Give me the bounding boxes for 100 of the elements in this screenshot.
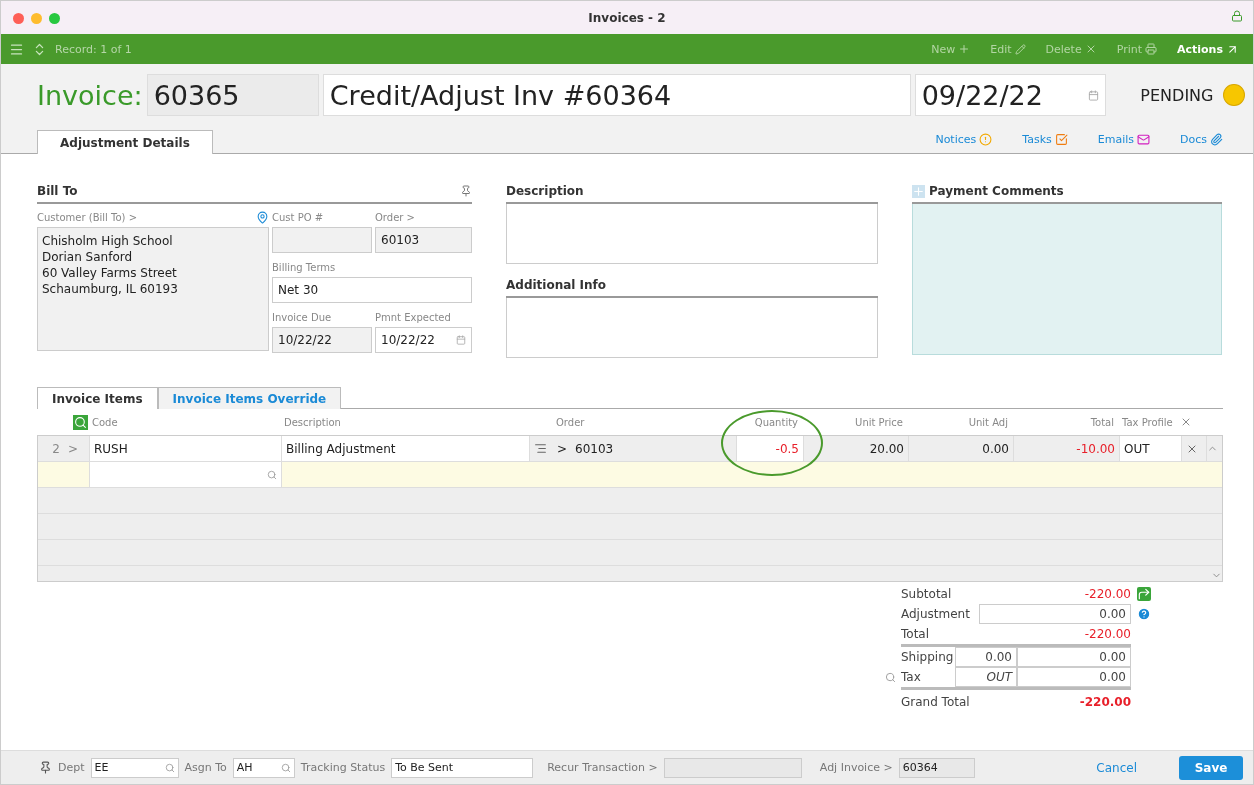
column-header: Description (283, 416, 342, 428)
tax-profile-field[interactable]: OUT (955, 667, 1017, 687)
field-label: Pmnt Expected (375, 311, 451, 323)
adj-invoice-field[interactable]: 60364 (898, 757, 975, 778)
search-icon (164, 762, 175, 773)
table-cell: 20.00 (803, 436, 908, 461)
field-label[interactable]: Recur Transaction > (547, 761, 658, 774)
zoom-button[interactable] (49, 13, 60, 24)
list-icon[interactable] (534, 442, 547, 455)
refresh-icon[interactable] (1137, 587, 1151, 601)
link-arrow[interactable]: > (557, 441, 568, 456)
tab[interactable]: Invoice Items (37, 387, 158, 409)
code-input-field[interactable] (89, 462, 281, 487)
pin-icon[interactable] (460, 185, 472, 197)
status-label: PENDING (1140, 85, 1214, 105)
field-label: Asgn To (184, 761, 227, 774)
search-icon (280, 762, 291, 773)
toolbar-button[interactable]: Actions (1171, 42, 1245, 56)
description-field[interactable] (506, 204, 878, 264)
search-icon[interactable] (885, 671, 896, 683)
plus-icon[interactable] (912, 184, 925, 198)
invoice-number-field[interactable]: 60365 (146, 74, 319, 116)
total-label: Adjustment (901, 607, 971, 621)
column-header: Unit Adj (967, 416, 1009, 428)
search-icon[interactable] (73, 414, 88, 430)
minimize-button[interactable] (31, 13, 42, 24)
address-line: Chisholm High School (42, 233, 174, 249)
close-icon[interactable] (1180, 416, 1192, 428)
field-label[interactable]: Customer (Bill To) > (37, 211, 137, 223)
field-label: Dept (58, 761, 85, 774)
close-button[interactable] (13, 13, 24, 24)
printer-icon (1145, 43, 1157, 55)
checkbox-icon (1054, 133, 1068, 146)
map-pin-icon[interactable] (256, 210, 269, 224)
cust-po-field[interactable] (272, 227, 372, 253)
invoice-due-field[interactable]: 10/22/22 (272, 327, 372, 353)
tab[interactable]: Adjustment Details (37, 130, 213, 154)
column-header: Order (555, 416, 586, 428)
additional-info-field[interactable] (506, 298, 878, 358)
field-label: Cust PO # (272, 211, 324, 223)
address-line: Dorian Sanford (42, 249, 134, 265)
payment-expected-field[interactable]: 10/22/22 (375, 327, 472, 353)
field-label: Billing Terms (272, 261, 336, 273)
field-label[interactable]: Adj Invoice > (819, 761, 893, 774)
total-label: Grand Total (901, 695, 971, 709)
search-icon (267, 469, 277, 480)
invoice-label: Invoice: (37, 79, 143, 111)
total-label: Subtotal (901, 587, 953, 601)
shipping-field[interactable]: 0.00 (1017, 647, 1131, 667)
table-cell: 0.00 (908, 436, 1013, 461)
section-title: Additional Info (506, 278, 607, 292)
recur-transaction-field[interactable] (663, 757, 802, 778)
grand-total-value: -220.00 (1078, 695, 1131, 709)
field-label: Tracking Status (300, 761, 386, 774)
order-field[interactable]: 60103 (375, 227, 472, 253)
address-line: 60 Valley Farms Street (42, 265, 178, 281)
calendar-icon (1088, 89, 1100, 101)
pencil-icon (1014, 43, 1026, 55)
menu-icon[interactable] (9, 41, 24, 57)
total-label: Shipping (901, 650, 955, 664)
order-number: 60103 (575, 441, 614, 456)
record-counter: Record: 1 of 1 (55, 42, 132, 56)
paperclip-icon (1210, 133, 1223, 146)
window-title: Invoices - 2 (588, 10, 666, 25)
line-number: 2 (51, 440, 61, 458)
plus-icon (958, 43, 971, 55)
column-header: Total (1089, 416, 1115, 428)
save-button[interactable]: Save (1179, 755, 1243, 780)
pin-icon[interactable] (39, 761, 52, 774)
field-label: Invoice Due (272, 311, 332, 323)
adjustment-field[interactable]: 0.00 (979, 604, 1131, 624)
section-title: Bill To (37, 184, 78, 198)
help-icon[interactable] (1137, 607, 1151, 621)
alert-icon (979, 133, 993, 146)
lock-icon (1231, 10, 1243, 22)
calendar-icon[interactable] (456, 335, 466, 345)
subtotal-value: -220.00 (1083, 587, 1131, 601)
shipping-rate-field[interactable]: 0.00 (955, 647, 1017, 667)
tracking-status-field[interactable]: To Be Sent (391, 757, 534, 778)
column-header: Code (91, 416, 119, 428)
mail-icon (1137, 133, 1150, 146)
section-title: Payment Comments (929, 184, 1064, 198)
table-cell: Billing Adjustment (281, 436, 529, 461)
dept-field[interactable]: EE (90, 757, 179, 778)
table-cell: OUT (1119, 436, 1181, 461)
tax-field[interactable]: 0.00 (1017, 667, 1131, 687)
invoice-description-field[interactable]: Credit/Adjust Inv #60364 (322, 74, 911, 116)
billing-terms-field[interactable]: Net 30 (272, 277, 472, 303)
table-cell: -0.5 (736, 436, 803, 461)
field-label[interactable]: Order > (375, 211, 415, 223)
total-label: Total (901, 627, 931, 641)
date-field[interactable]: 09/22/22 (914, 74, 1107, 116)
assign-field[interactable]: AH (232, 757, 295, 778)
column-header: Quantity (753, 416, 799, 428)
status-dot (1223, 84, 1245, 106)
table-cell: RUSH (89, 436, 281, 461)
section-title: Description (506, 184, 584, 198)
address-field[interactable]: Chisholm High School Dorian Sanford 60 Valley Farms Street Schaumburg, IL 60193 (37, 227, 269, 351)
payment-comments-field[interactable] (912, 204, 1222, 355)
total-value: -220.00 (1083, 627, 1131, 641)
